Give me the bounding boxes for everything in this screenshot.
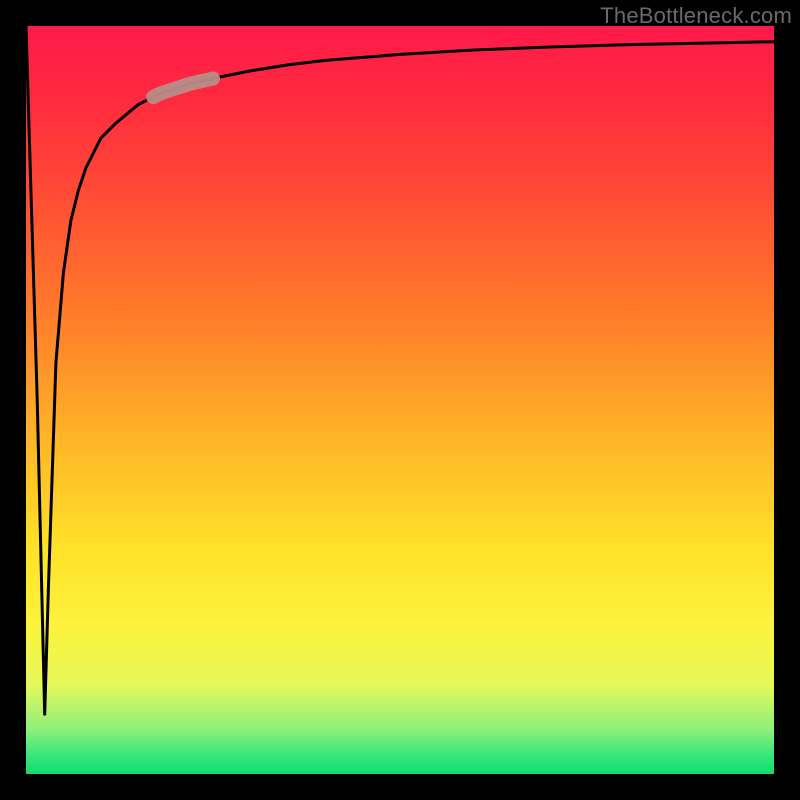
watermark-text: TheBottleneck.com bbox=[600, 3, 792, 29]
chart-plot-area bbox=[26, 26, 774, 774]
chart-frame: TheBottleneck.com bbox=[0, 0, 800, 800]
chart-curve bbox=[26, 26, 774, 714]
chart-highlight-segment bbox=[153, 79, 213, 98]
chart-curve-layer bbox=[26, 26, 774, 774]
